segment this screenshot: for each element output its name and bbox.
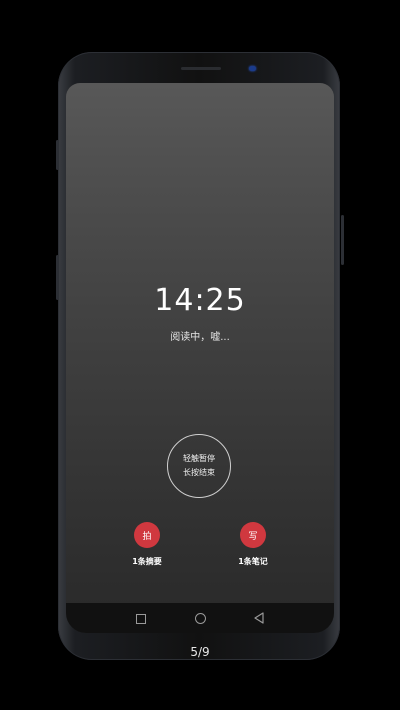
recent-apps-square-icon[interactable]: [136, 614, 146, 624]
excerpt-count-label: 1条摘要: [132, 557, 162, 566]
note-action: 写 1条笔记: [223, 522, 283, 567]
volume-down-button: [56, 255, 59, 300]
navigation-bar: [66, 603, 334, 633]
note-count-label: 1条笔记: [238, 557, 268, 566]
power-button: [341, 215, 344, 265]
clock-time: 14:25: [154, 283, 246, 318]
end-hint: 长按结束: [183, 468, 215, 477]
pause-end-button[interactable]: 轻触暂停 长按结束: [167, 434, 231, 498]
earpiece-speaker: [181, 67, 221, 70]
page-indicator: 5/9: [190, 645, 210, 659]
capture-button[interactable]: 拍: [134, 522, 160, 548]
excerpt-action: 拍 1条摘要: [117, 522, 177, 567]
front-camera-icon: [249, 66, 256, 71]
reading-screen: 14:25 阅读中，嘘... 轻触暂停 长按结束 拍 1条摘要 写 1条笔记: [66, 83, 334, 633]
reading-status: 阅读中，嘘...: [170, 332, 230, 343]
write-button[interactable]: 写: [240, 522, 266, 548]
volume-up-button: [56, 140, 59, 170]
home-circle-icon[interactable]: [195, 613, 206, 624]
pause-hint: 轻触暂停: [183, 454, 215, 463]
back-triangle-icon[interactable]: [254, 612, 264, 624]
